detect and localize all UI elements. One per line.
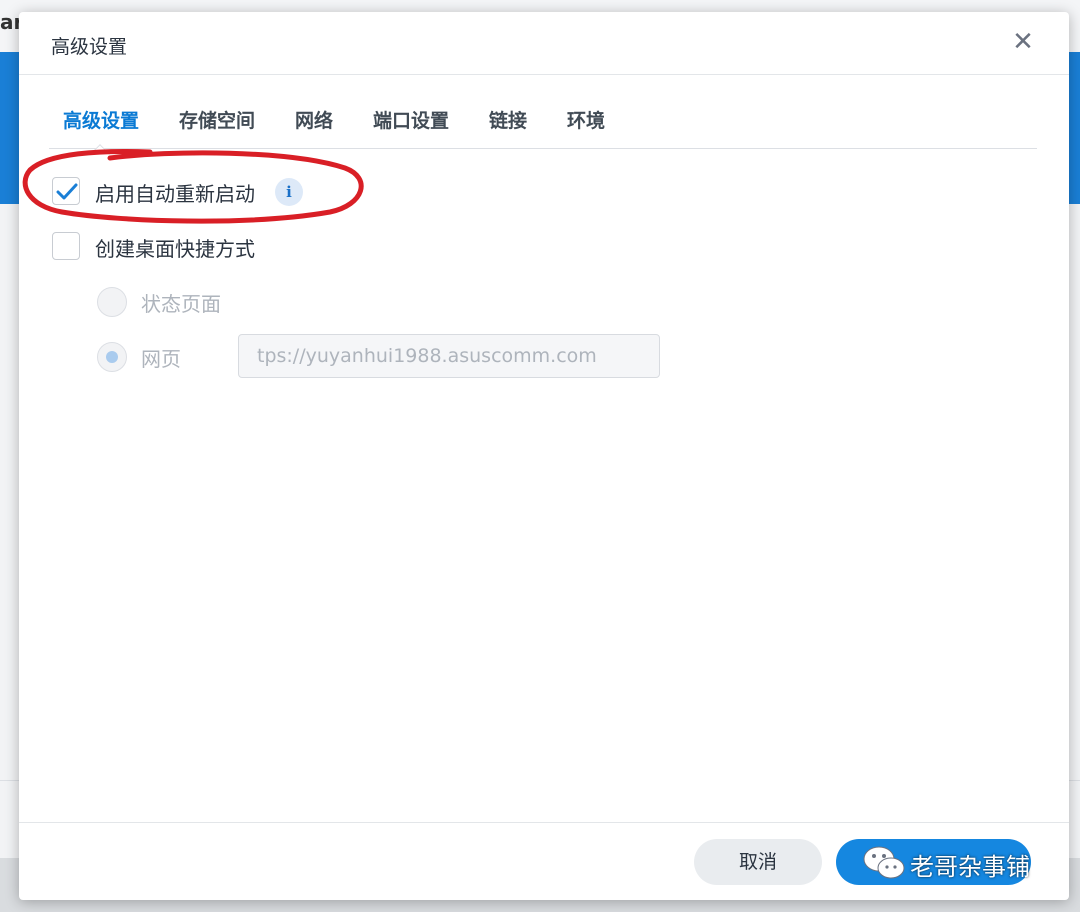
red-annotation-circle bbox=[22, 148, 364, 224]
wechat-icon bbox=[863, 846, 905, 879]
watermark-text: 老哥杂事铺 bbox=[910, 853, 1030, 881]
wechat-watermark: 老哥杂事铺 bbox=[862, 843, 1030, 883]
